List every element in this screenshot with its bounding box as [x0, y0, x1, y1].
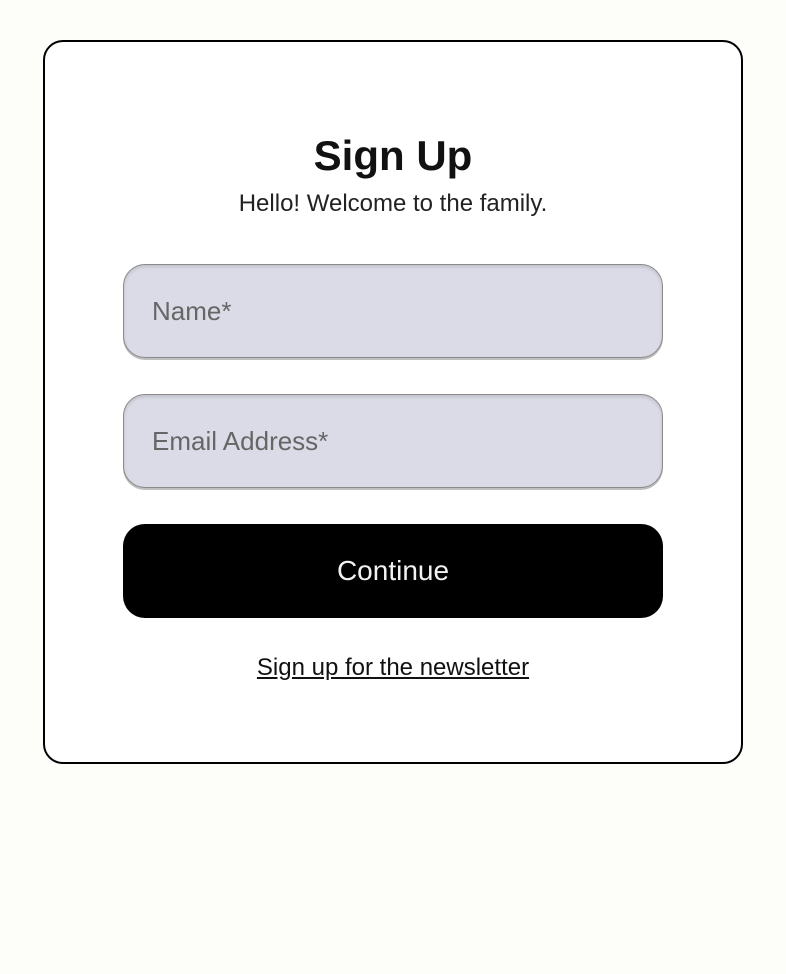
newsletter-link[interactable]: Sign up for the newsletter: [123, 654, 663, 682]
signup-card: Sign Up Hello! Welcome to the family. Co…: [43, 40, 743, 764]
page-subtitle: Hello! Welcome to the family.: [123, 190, 663, 218]
name-input[interactable]: [123, 264, 663, 358]
page-title: Sign Up: [123, 132, 663, 180]
email-input[interactable]: [123, 394, 663, 488]
continue-button[interactable]: Continue: [123, 524, 663, 618]
